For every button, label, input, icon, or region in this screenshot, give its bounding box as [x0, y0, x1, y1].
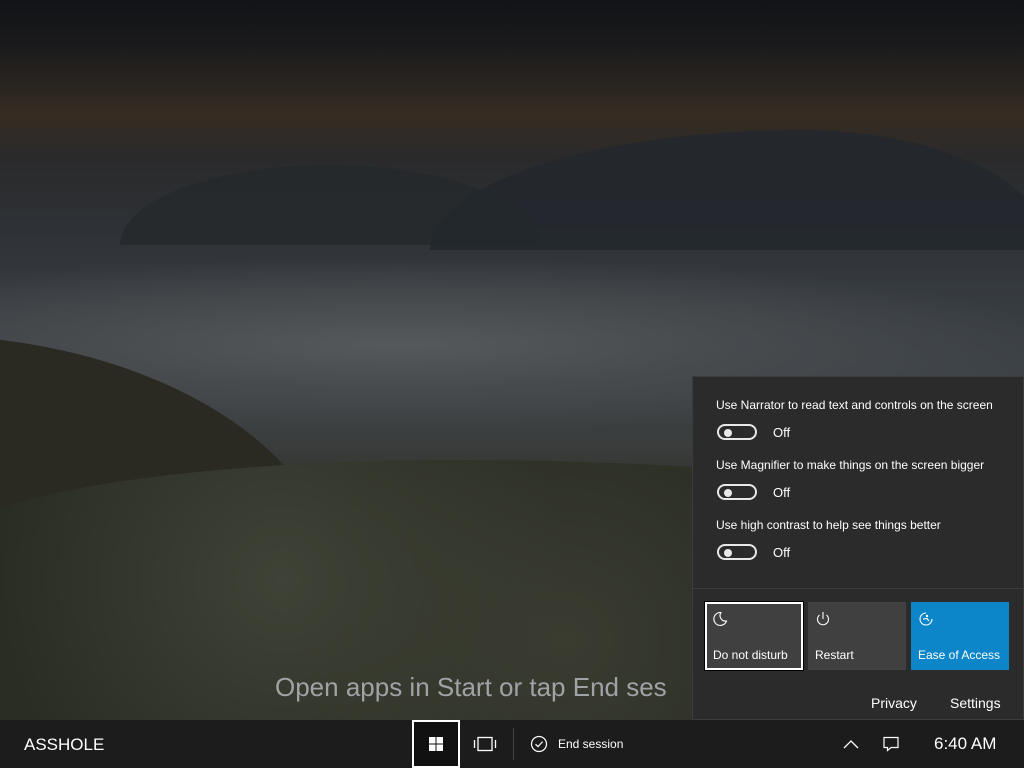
- magnifier-state: Off: [773, 485, 791, 500]
- power-icon: [817, 612, 829, 626]
- high-contrast-toggle[interactable]: [717, 544, 757, 560]
- narrator-label: Use Narrator to read text and controls o…: [716, 398, 993, 412]
- restart-label: Restart: [815, 648, 854, 662]
- chevron-up-icon: [843, 740, 859, 749]
- show-hidden-icons-button[interactable]: [836, 720, 866, 768]
- flyout-divider: [693, 588, 1023, 589]
- action-center-icon: [883, 736, 899, 752]
- magnifier-label: Use Magnifier to make things on the scre…: [716, 458, 985, 472]
- toggle-knob: [724, 489, 732, 497]
- user-name: ASSHOLE: [24, 735, 105, 754]
- toggle-knob: [724, 549, 732, 557]
- toggle-knob: [724, 429, 732, 437]
- action-center-button[interactable]: [876, 720, 906, 768]
- magnifier-toggle[interactable]: [717, 484, 757, 500]
- ease-of-access-tile[interactable]: Ease of Access: [911, 602, 1009, 670]
- settings-link[interactable]: Settings: [950, 695, 1001, 711]
- do-not-disturb-tile[interactable]: Do not disturb: [704, 601, 804, 671]
- privacy-link[interactable]: Privacy: [871, 695, 917, 711]
- ease-of-access-flyout: Use Narrator to read text and controls o…: [692, 376, 1024, 720]
- end-session-button[interactable]: End session: [522, 720, 632, 768]
- high-contrast-state: Off: [773, 545, 791, 560]
- narrator-toggle[interactable]: [717, 424, 757, 440]
- distant-mountain-right: [430, 130, 1024, 250]
- taskbar-separator: [513, 728, 514, 760]
- taskbar-clock[interactable]: 6:40 AM: [934, 734, 996, 754]
- checkmark-circle-icon: [530, 735, 548, 753]
- ease-of-access-label: Ease of Access: [918, 648, 1001, 662]
- moon-icon: [713, 611, 728, 627]
- restart-tile[interactable]: Restart: [808, 602, 906, 670]
- high-contrast-label: Use high contrast to help see things bet…: [716, 518, 941, 532]
- task-view-button[interactable]: [462, 720, 508, 768]
- start-button[interactable]: [412, 720, 460, 768]
- narrator-state: Off: [773, 425, 791, 440]
- do-not-disturb-label: Do not disturb: [713, 648, 788, 662]
- windows-start-icon: [429, 737, 443, 751]
- hint-text: Open apps in Start or tap End ses: [275, 672, 667, 702]
- end-session-label: End session: [558, 737, 624, 751]
- ease-of-access-icon: [919, 612, 933, 626]
- taskbar: ASSHOLE End session 6:40 AM: [0, 720, 1024, 768]
- task-view-icon: [473, 736, 497, 752]
